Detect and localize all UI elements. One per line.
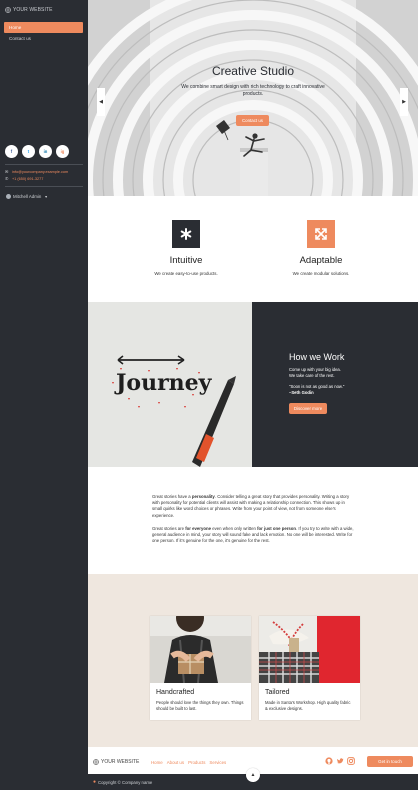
cards-section: Handcrafted People should love the thing… xyxy=(88,574,418,747)
feature-intuitive: Intuitive We create easy-to-use products… xyxy=(121,220,251,276)
asterisk-icon xyxy=(172,220,200,248)
story-bold: personality xyxy=(191,494,215,499)
main-content: Creative Studio We combine smart design … xyxy=(88,0,418,790)
story-section: Great stories have a personality. Consid… xyxy=(88,467,418,574)
flame-icon: ● xyxy=(93,779,97,785)
card-title: Tailored xyxy=(265,689,290,696)
github-icon[interactable] xyxy=(325,757,333,765)
envelope-icon: ✉ xyxy=(5,169,9,174)
hero-background-image xyxy=(88,0,418,196)
tailored-image xyxy=(259,616,360,683)
footer-nav: Home About us Products Services xyxy=(151,760,226,765)
work-quote-author: –Seth Godin xyxy=(289,390,314,395)
work-title: How we Work xyxy=(289,352,345,362)
story-paragraph-2: Great stories are for everyone even when… xyxy=(152,526,355,545)
globe-icon xyxy=(5,7,11,13)
expand-arrows-icon xyxy=(307,220,335,248)
user-menu[interactable]: Mitchell Admin ▼ xyxy=(6,194,48,199)
story-paragraph-1: Great stories have a personality. Consid… xyxy=(152,494,355,519)
card-handcrafted: Handcrafted People should love the thing… xyxy=(150,616,251,720)
linkedin-icon[interactable]: in xyxy=(39,145,52,158)
story-text: Great stories have a xyxy=(152,494,192,499)
story-text: Great stories are xyxy=(152,526,186,531)
card-title: Handcrafted xyxy=(156,689,195,696)
carousel-next-button[interactable]: ▶ xyxy=(400,88,408,116)
footer-link-products[interactable]: Products xyxy=(188,760,205,765)
journey-image: Journey xyxy=(88,302,252,467)
story-bold: for just one person xyxy=(257,526,297,531)
handcrafted-image xyxy=(150,616,251,683)
footer-link-services[interactable]: Services xyxy=(209,760,226,765)
twitter-icon[interactable]: t xyxy=(22,145,35,158)
footer-brand-name: YOUR WEBSITE xyxy=(101,759,140,765)
footer-link-home[interactable]: Home xyxy=(151,760,163,765)
chevron-down-icon: ▼ xyxy=(44,194,48,199)
footer-link-about-us[interactable]: About us xyxy=(167,760,184,765)
divider xyxy=(5,186,83,187)
hero-title: Creative Studio xyxy=(211,64,295,78)
feature-title: Adaptable xyxy=(299,255,343,266)
copyright-text: Copyright © Company name xyxy=(98,779,153,785)
twitter-icon[interactable] xyxy=(336,757,344,765)
features-section: Intuitive We create easy-to-use products… xyxy=(88,196,418,302)
journey-lettering: Journey xyxy=(114,370,213,396)
nav-item-home[interactable]: Home xyxy=(4,22,83,33)
hero-subtitle: We combine smart design with rich techno… xyxy=(181,84,325,97)
card-text: Made in Santa's Workshop. High quality f… xyxy=(265,700,351,711)
instagram-icon[interactable]: ig xyxy=(56,145,69,158)
phone-text: +1 (650) 691-3277 xyxy=(12,176,44,181)
scroll-to-top-button[interactable]: ▲ xyxy=(246,768,260,782)
phone-icon: ✆ xyxy=(5,176,9,181)
how-we-work-section: Journey How we Work Come up with your bi… xyxy=(88,302,418,467)
avatar xyxy=(6,194,11,199)
story-text: even when only written xyxy=(211,526,258,531)
divider xyxy=(5,164,83,165)
story-bold: for everyone xyxy=(185,526,211,531)
email-text: info@yourcompany.example.com xyxy=(12,169,69,174)
work-line-2: We take care of the rest. xyxy=(289,373,335,378)
user-name: Mitchell Admin xyxy=(13,194,42,199)
card-text: People should love the things they own. … xyxy=(156,700,244,711)
nav-item-contact-us[interactable]: Contact us xyxy=(4,33,83,44)
feature-adaptable: Adaptable We create modular solutions. xyxy=(256,220,386,276)
sidebar: YOUR WEBSITE Home Contact us f t in ig ✉… xyxy=(0,0,88,790)
carousel-prev-button[interactable]: ◀ xyxy=(97,88,105,116)
contact-us-button[interactable]: Contact us xyxy=(236,115,269,126)
footer-brand[interactable]: YOUR WEBSITE xyxy=(93,759,139,765)
chevron-left-icon: ◀ xyxy=(99,99,103,105)
phone-line[interactable]: ✆ +1 (650) 691-3277 xyxy=(5,176,43,181)
card-tailored: Tailored Made in Santa's Workshop. High … xyxy=(259,616,360,720)
hero-section: Creative Studio We combine smart design … xyxy=(88,0,418,196)
work-text-panel: How we Work Come up with your big idea. … xyxy=(252,302,418,467)
chevron-right-icon: ▶ xyxy=(402,99,406,105)
social-links: f t in ig xyxy=(5,145,69,158)
footer-socials xyxy=(325,757,355,765)
globe-icon xyxy=(93,759,99,765)
email-line[interactable]: ✉ info@yourcompany.example.com xyxy=(5,169,68,174)
facebook-icon[interactable]: f xyxy=(5,145,18,158)
brand-logo[interactable]: YOUR WEBSITE xyxy=(5,7,53,13)
brand-name: YOUR WEBSITE xyxy=(13,7,53,13)
feature-title: Intuitive xyxy=(169,255,203,266)
feature-text: We create easy-to-use products. xyxy=(154,271,218,276)
discover-more-button[interactable]: Discover more xyxy=(289,403,327,414)
feature-text: We create modular solutions. xyxy=(292,271,350,276)
instagram-icon[interactable] xyxy=(347,757,355,765)
chevron-up-icon: ▲ xyxy=(250,772,256,778)
get-in-touch-button[interactable]: Get in touch xyxy=(367,756,413,767)
